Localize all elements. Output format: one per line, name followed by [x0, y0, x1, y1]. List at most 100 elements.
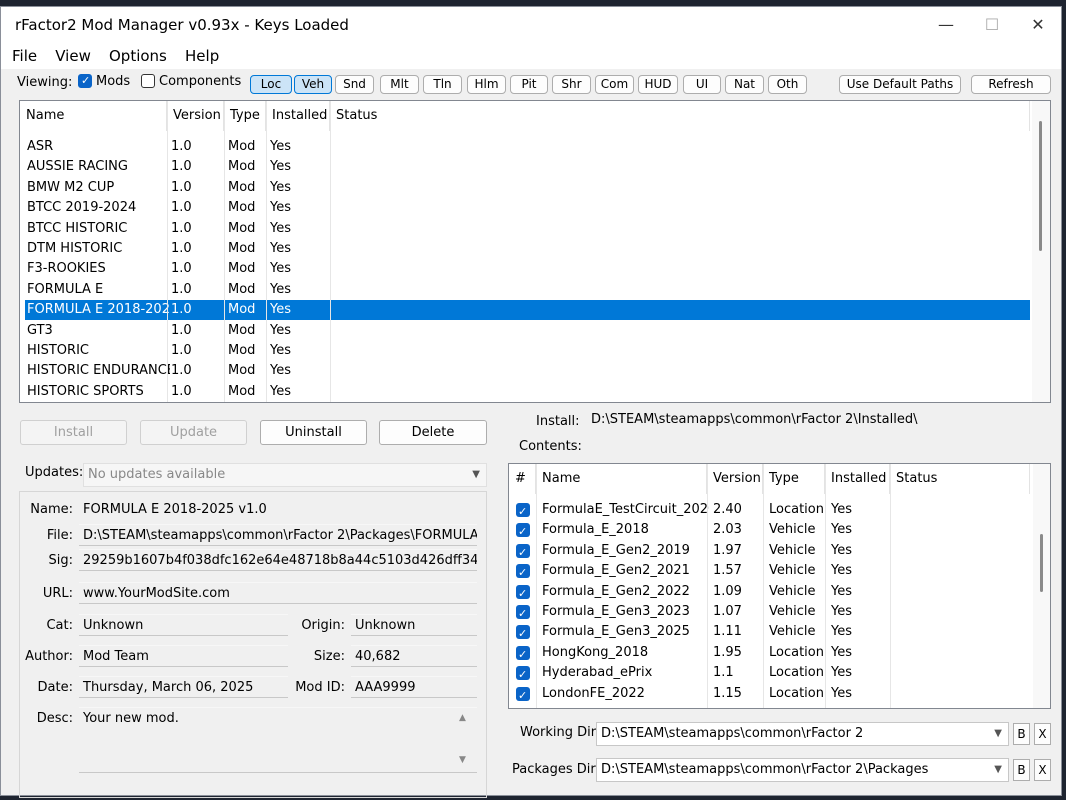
file-field[interactable]: D:\STEAM\steamapps\common\rFactor 2\Pack…	[79, 524, 477, 546]
filter-ui-button[interactable]: UI	[683, 75, 721, 94]
filter-com-button[interactable]: Com	[595, 75, 634, 94]
mods-checkbox[interactable]	[78, 74, 92, 88]
contents-row[interactable]: Formula_E_2018 2.03 Vehicle Yes	[509, 520, 1031, 542]
mods-col-version[interactable]: Version	[167, 101, 224, 131]
mods-col-type[interactable]: Type	[224, 101, 266, 131]
mods-row[interactable]: HISTORIC SPORTS 1.0 Mod Yes	[25, 382, 1030, 402]
filter-mlt-button[interactable]: Mlt	[380, 75, 419, 94]
filter-loc-button[interactable]: Loc	[250, 75, 292, 94]
menu-file[interactable]: File	[5, 43, 44, 69]
content-checkbox[interactable]	[516, 502, 530, 522]
filter-oth-button[interactable]: Oth	[768, 75, 807, 94]
contents-col-index[interactable]: #	[509, 464, 536, 494]
working-dir-dropdown[interactable]: D:\STEAM\steamapps\common\rFactor 2 ▼	[596, 722, 1009, 746]
refresh-button[interactable]: Refresh	[971, 75, 1051, 94]
mods-col-status[interactable]: Status	[330, 101, 1030, 131]
mods-row[interactable]: FORMULA E 2018-2025 1.0 Mod Yes	[25, 300, 1030, 321]
filter-hlm-button[interactable]: Hlm	[467, 75, 506, 94]
content-checkbox[interactable]	[516, 584, 530, 604]
contents-row[interactable]: Hyderabad_ePrix 1.1 Location Yes	[509, 663, 1031, 685]
contents-col-name[interactable]: Name	[536, 464, 707, 494]
size-field[interactable]: 40,682	[351, 645, 477, 667]
mods-row[interactable]: FORMULA E 1.0 Mod Yes	[25, 280, 1030, 300]
sig-field[interactable]: 29259b1607b4f038dfc162e64e48718b8a44c510…	[79, 549, 477, 571]
desc-field[interactable]: Your new mod.	[79, 707, 477, 773]
uninstall-button[interactable]: Uninstall	[260, 420, 367, 445]
components-checkbox[interactable]	[141, 74, 155, 88]
mods-row[interactable]: ASR 1.0 Mod Yes	[25, 137, 1030, 157]
menu-options[interactable]: Options	[102, 43, 174, 69]
update-button[interactable]: Update	[140, 420, 247, 445]
use-default-paths-button[interactable]: Use Default Paths	[839, 75, 961, 94]
cat-field[interactable]: Unknown	[79, 614, 288, 636]
origin-field[interactable]: Unknown	[351, 614, 477, 636]
contents-col-version[interactable]: Version	[707, 464, 763, 494]
content-checkbox[interactable]	[516, 665, 530, 685]
contents-row[interactable]: HongKong_2018 1.95 Location Yes	[509, 643, 1031, 665]
filter-shr-button[interactable]: Shr	[552, 75, 591, 94]
mods-row[interactable]: BTCC 2019-2024 1.0 Mod Yes	[25, 198, 1030, 218]
working-dir-browse-button[interactable]: B	[1013, 723, 1030, 745]
content-checkbox[interactable]	[516, 563, 530, 583]
filter-tln-button[interactable]: Tln	[423, 75, 462, 94]
content-checkbox[interactable]	[516, 686, 530, 706]
filter-nat-button[interactable]: Nat	[725, 75, 764, 94]
menu-help[interactable]: Help	[178, 43, 226, 69]
url-field[interactable]: www.YourModSite.com	[79, 582, 477, 604]
contents-row[interactable]: Formula_E_Gen2_2019 1.97 Vehicle Yes	[509, 541, 1031, 563]
contents-scroll-thumb[interactable]	[1040, 534, 1043, 592]
minimize-button[interactable]: —	[923, 7, 969, 43]
mods-row[interactable]: DTM HISTORIC 1.0 Mod Yes	[25, 239, 1030, 259]
contents-list[interactable]: #NameVersionTypeInstalledStatus FormulaE…	[508, 463, 1051, 709]
content-checkbox[interactable]	[516, 624, 530, 644]
packages-dir-dropdown[interactable]: D:\STEAM\steamapps\common\rFactor 2\Pack…	[596, 758, 1009, 782]
author-field[interactable]: Mod Team	[79, 645, 288, 667]
mods-row[interactable]: BTCC HISTORIC 1.0 Mod Yes	[25, 219, 1030, 239]
mods-scroll-thumb[interactable]	[1039, 121, 1042, 251]
desc-scroll-down-icon[interactable]: ▼	[459, 755, 466, 765]
date-field[interactable]: Thursday, March 06, 2025	[79, 676, 288, 698]
menu-view[interactable]: View	[48, 43, 98, 69]
content-checkbox[interactable]	[516, 645, 530, 665]
filter-hud-button[interactable]: HUD	[638, 75, 678, 94]
mods-scrollbar[interactable]	[1032, 101, 1050, 402]
contents-row[interactable]: LondonFE_2022 1.15 Location Yes	[509, 684, 1031, 706]
content-checkbox[interactable]	[516, 522, 530, 542]
contents-col-status[interactable]: Status	[890, 464, 1030, 494]
filter-pit-button[interactable]: Pit	[510, 75, 548, 94]
contents-row[interactable]: FormulaE_TestCircuit_2020 2.40 Location Yes	[509, 500, 1031, 522]
mods-col-name[interactable]: Name	[20, 101, 167, 131]
mods-cell-version: 1.0	[171, 159, 192, 175]
modid-field[interactable]: AAA9999	[351, 676, 477, 698]
mods-cell-version: 1.0	[171, 363, 192, 379]
desc-scroll-up-icon[interactable]: ▲	[459, 713, 466, 723]
contents-col-type[interactable]: Type	[763, 464, 825, 494]
mods-row[interactable]: BMW M2 CUP 1.0 Mod Yes	[25, 178, 1030, 198]
contents-row[interactable]: Formula_E_Gen2_2021 1.57 Vehicle Yes	[509, 561, 1031, 583]
mods-row[interactable]: F3-ROOKIES 1.0 Mod Yes	[25, 259, 1030, 279]
content-checkbox[interactable]	[516, 604, 530, 624]
contents-row[interactable]: Formula_E_Gen3_2025 1.11 Vehicle Yes	[509, 622, 1031, 644]
contents-row[interactable]: Formula_E_Gen3_2023 1.07 Vehicle Yes	[509, 602, 1031, 624]
contents-row[interactable]: Formula_E_Gen2_2022 1.09 Vehicle Yes	[509, 582, 1031, 604]
mods-row[interactable]: HISTORIC 1.0 Mod Yes	[25, 341, 1030, 361]
contents-scrollbar[interactable]	[1033, 464, 1050, 708]
delete-button[interactable]: Delete	[379, 420, 487, 445]
packages-dir-clear-button[interactable]: X	[1034, 759, 1051, 781]
updates-dropdown[interactable]: No updates available ▼	[83, 463, 487, 487]
install-button[interactable]: Install	[20, 420, 127, 445]
mods-row[interactable]: HISTORIC ENDURANCE 1.0 Mod Yes	[25, 361, 1030, 381]
mods-row[interactable]: GT3 1.0 Mod Yes	[25, 321, 1030, 341]
packages-dir-browse-button[interactable]: B	[1013, 759, 1030, 781]
contents-col-installed[interactable]: Installed	[825, 464, 890, 494]
filter-snd-button[interactable]: Snd	[335, 75, 374, 94]
filter-veh-button[interactable]: Veh	[294, 75, 332, 94]
title-bar[interactable]: rFactor2 Mod Manager v0.93x - Keys Loade…	[1, 7, 1061, 43]
close-button[interactable]: ✕	[1015, 7, 1061, 43]
mods-list[interactable]: Name Version Type Installed Status ASR 1.0 Mod…	[19, 100, 1051, 403]
content-checkbox[interactable]	[516, 543, 530, 563]
mods-row[interactable]: AUSSIE RACING 1.0 Mod Yes	[25, 157, 1030, 177]
working-dir-clear-button[interactable]: X	[1034, 723, 1051, 745]
maximize-button[interactable]: ☐	[969, 7, 1015, 43]
mods-col-installed[interactable]: Installed	[266, 101, 330, 131]
